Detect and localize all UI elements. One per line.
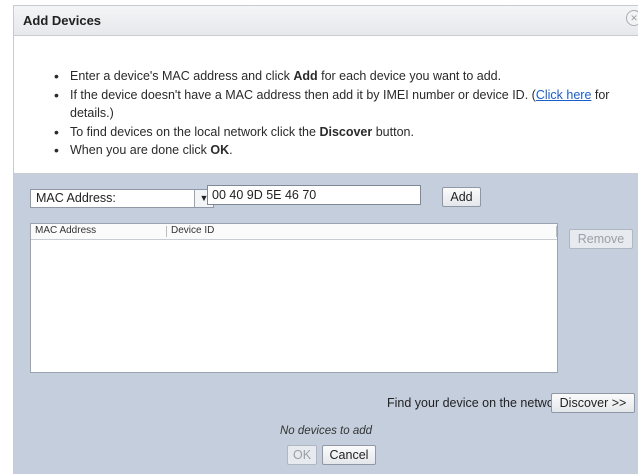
column-separator [166, 226, 167, 237]
cancel-button[interactable]: Cancel [322, 445, 376, 465]
instruction-text: To find devices on the local network cli… [70, 124, 320, 139]
instruction-text: . [229, 143, 233, 157]
instruction-item: When you are done click OK. [54, 141, 634, 160]
add-button[interactable]: Add [442, 187, 481, 207]
instructions-list: Enter a device's MAC address and click A… [54, 67, 634, 160]
instruction-text: for each device you want to add. [317, 69, 502, 83]
dialog-title: Add Devices [23, 13, 102, 28]
instructions-panel: Enter a device's MAC address and click A… [14, 36, 638, 174]
click-here-link[interactable]: Click here [536, 88, 592, 102]
instruction-text: If the device doesn't have a MAC address… [70, 87, 536, 102]
dialog-titlebar: Add Devices ✕ [14, 6, 638, 36]
device-table[interactable]: MAC Address Device ID [30, 223, 558, 373]
discover-button[interactable]: Discover >> [551, 393, 635, 413]
device-table-header: MAC Address Device ID [31, 224, 557, 240]
close-icon[interactable]: ✕ [626, 10, 638, 26]
ok-button[interactable]: OK [287, 445, 317, 465]
instruction-text: Enter a device's MAC address and click [70, 69, 294, 83]
instruction-bold: Add [293, 69, 318, 83]
id-type-select[interactable]: MAC Address: ▼ [30, 189, 214, 208]
instruction-bold: OK [210, 143, 230, 157]
device-entry-panel: MAC Address: ▼ 00 40 9D 5E 46 70 Add MAC… [14, 174, 638, 474]
column-header-device-id[interactable]: Device ID [171, 225, 214, 236]
find-device-text: Find your device on the network. [387, 396, 568, 410]
remove-button[interactable]: Remove [569, 229, 633, 249]
instruction-item: Enter a device's MAC address and click A… [54, 67, 634, 86]
instruction-text: button. [372, 124, 414, 139]
instruction-bold: Discover [319, 124, 373, 139]
column-header-mac-address[interactable]: MAC Address [35, 225, 96, 236]
instruction-item: To find devices on the local network cli… [54, 123, 634, 142]
instruction-item: If the device doesn't have a MAC address… [54, 86, 634, 123]
column-separator [556, 226, 557, 237]
id-type-selected-value: MAC Address: [36, 191, 116, 205]
mac-address-input[interactable]: 00 40 9D 5E 46 70 [207, 185, 421, 205]
add-devices-dialog: Add Devices ✕ Enter a device's MAC addre… [13, 5, 638, 474]
instruction-text: When you are done click [70, 143, 211, 157]
status-message: No devices to add [279, 425, 373, 437]
